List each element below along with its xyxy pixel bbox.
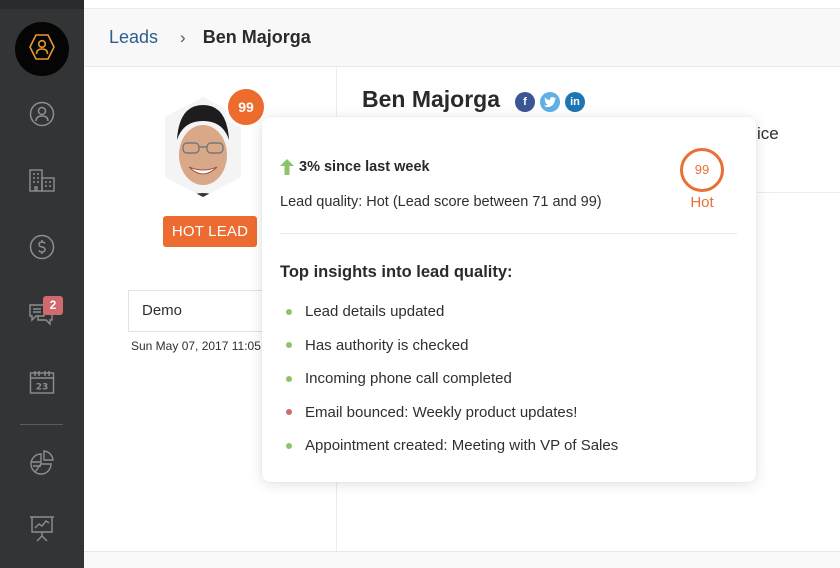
insight-text: Appointment created: Meeting with VP of … xyxy=(305,437,619,455)
score-ring: 99 xyxy=(680,148,724,192)
insight-item: Lead details updated xyxy=(286,295,618,329)
insight-item: Email bounced: Weekly product updates! xyxy=(286,396,618,430)
insight-text: Incoming phone call completed xyxy=(305,370,512,388)
arrow-up-icon xyxy=(280,159,294,175)
sidebar-item-calendar[interactable]: 23 xyxy=(22,364,62,404)
insight-item: Appointment created: Meeting with VP of … xyxy=(286,429,618,463)
positive-dot-icon xyxy=(286,342,292,349)
insight-text: Email bounced: Weekly product updates! xyxy=(305,403,578,421)
sidebar-item-accounts[interactable] xyxy=(22,162,62,202)
trend-text: 3% since last week xyxy=(299,159,430,175)
breadcrumb-leads-link[interactable]: Leads xyxy=(109,27,158,48)
stage-field[interactable]: Demo xyxy=(128,290,278,332)
popover-divider xyxy=(280,233,737,234)
lead-score-popover: 3% since last week Lead quality: Hot (Le… xyxy=(262,117,756,482)
occluded-text: ice xyxy=(757,124,779,143)
score-label: Hot xyxy=(690,194,714,211)
insight-text: Lead details updated xyxy=(305,303,445,321)
stage-date: Sun May 07, 2017 11:05 xyxy=(131,339,261,353)
sidebar-item-contacts[interactable] xyxy=(22,96,62,136)
insights-list: Lead details updated Has authority is ch… xyxy=(286,295,618,463)
hexagon-user-icon xyxy=(29,33,55,66)
chevron-right-icon: › xyxy=(180,27,186,47)
user-circle-icon xyxy=(29,101,55,132)
lead-name: Ben Majorga xyxy=(362,86,501,112)
sidebar-top-strip xyxy=(0,0,84,9)
score-trend: 3% since last week xyxy=(280,159,430,175)
dollar-circle-icon xyxy=(29,234,55,265)
lead-quality-text: Lead quality: Hot (Lead score between 71… xyxy=(280,194,602,210)
buildings-icon xyxy=(29,168,55,197)
sidebar-item-reports[interactable] xyxy=(22,444,62,484)
positive-dot-icon xyxy=(286,308,292,315)
calendar-icon: 23 xyxy=(29,369,55,400)
hot-lead-badge: HOT LEAD xyxy=(163,216,257,247)
breadcrumb-current: Ben Majorga xyxy=(202,27,311,47)
sidebar-item-analytics[interactable] xyxy=(22,511,62,551)
positive-dot-icon xyxy=(286,375,292,382)
sidebar-divider xyxy=(20,424,63,425)
breadcrumb: Leads › Ben Majorga xyxy=(84,9,840,67)
pie-chart-icon xyxy=(29,449,55,480)
facebook-icon[interactable]: f xyxy=(515,92,535,112)
lead-score-badge[interactable]: 99 xyxy=(225,86,267,128)
insight-text: Has authority is checked xyxy=(305,336,469,354)
bottom-bar xyxy=(84,551,840,568)
svg-text:23: 23 xyxy=(36,382,49,392)
messages-badge: 2 xyxy=(43,296,63,315)
positive-dot-icon xyxy=(286,442,292,449)
section-divider xyxy=(757,192,840,193)
sidebar-item-home[interactable] xyxy=(15,22,69,76)
insights-title: Top insights into lead quality: xyxy=(280,263,513,281)
insight-item: Incoming phone call completed xyxy=(286,362,618,396)
sidebar: 2 23 xyxy=(0,0,84,568)
negative-dot-icon xyxy=(286,409,292,416)
top-strip xyxy=(84,0,840,9)
sidebar-item-deals[interactable] xyxy=(22,229,62,269)
linkedin-icon[interactable]: in xyxy=(565,92,585,112)
insight-item: Has authority is checked xyxy=(286,329,618,363)
twitter-icon[interactable] xyxy=(540,92,560,112)
presentation-chart-icon xyxy=(29,515,55,548)
